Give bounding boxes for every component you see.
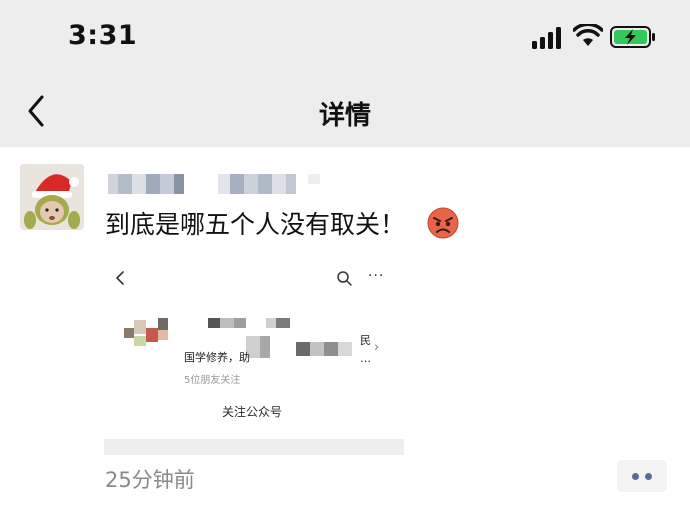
status-bar: 3:31 xyxy=(0,0,690,75)
attached-screenshot[interactable]: ··· 国学修养，助 民 … › 5位朋友关注 关注公众号 xyxy=(100,258,405,433)
search-icon xyxy=(337,271,352,286)
post-timestamp: 25分钟前 xyxy=(105,468,195,492)
page-title: 详情 xyxy=(318,101,371,131)
nav-bar: 详情 xyxy=(0,75,690,147)
wifi-icon xyxy=(573,24,603,46)
more-dots-icon xyxy=(632,473,639,480)
friends-following-text: 5位朋友关注 xyxy=(184,375,241,386)
more-dots-icon xyxy=(645,473,652,480)
more-dots-button[interactable] xyxy=(617,460,667,492)
link-preview-bar xyxy=(104,439,404,455)
chevron-left-icon xyxy=(115,271,124,285)
cellular-signal-icon xyxy=(532,27,561,49)
chevron-right-icon: › xyxy=(374,340,380,355)
account-name-blurred xyxy=(124,318,352,358)
follow-account-button: 关注公众号 xyxy=(222,405,283,419)
angry-face-emoji xyxy=(427,207,459,239)
post-text: 到底是哪五个人没有取关！ xyxy=(105,210,406,239)
avatar-icon xyxy=(20,164,84,230)
shot-more-icon: ··· xyxy=(368,268,385,284)
account-description: 国学修养，助 xyxy=(184,351,250,364)
avatar[interactable] xyxy=(20,164,84,230)
description-suffix: 民 xyxy=(360,334,371,347)
battery-charging-icon xyxy=(610,26,655,48)
username-blurred[interactable] xyxy=(108,172,328,196)
status-time: 3:31 xyxy=(68,20,138,51)
description-ellipsis: … xyxy=(360,352,371,365)
